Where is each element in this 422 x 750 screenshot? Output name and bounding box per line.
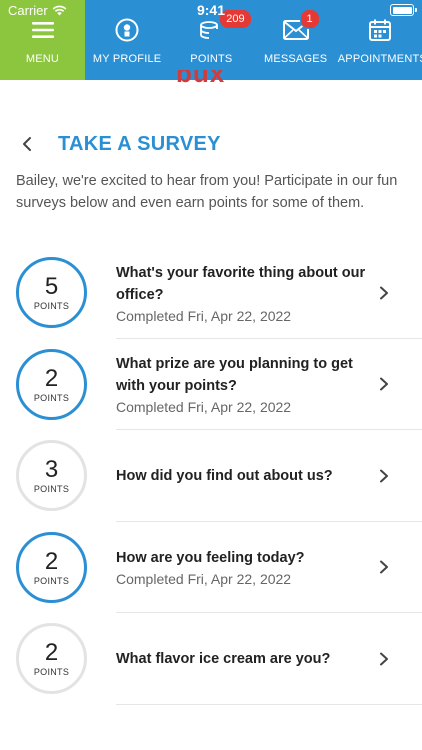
chevron-right-icon bbox=[380, 286, 388, 300]
survey-question: What's your favorite thing about our off… bbox=[116, 264, 366, 303]
page-header: TAKE A SURVEY bbox=[16, 128, 406, 160]
survey-row[interactable]: 2 POINTS What prize are you planning to ge… bbox=[0, 339, 422, 430]
survey-text: What flavor ice cream are you? bbox=[116, 648, 374, 670]
brand-logo-fragment: bux bbox=[176, 70, 225, 84]
survey-text: How did you find out about us? bbox=[116, 465, 374, 487]
points-label: POINTS bbox=[33, 667, 70, 678]
row-divider bbox=[116, 703, 422, 705]
points-circle: 5 POINTS bbox=[16, 257, 87, 329]
survey-question: What flavor ice cream are you? bbox=[116, 650, 331, 667]
points-circle: 2 POINTS bbox=[16, 623, 87, 695]
survey-text: How are you feeling today? Completed Fri,… bbox=[116, 547, 374, 587]
survey-text: What's your favorite thing about our off… bbox=[116, 262, 374, 324]
page-title: TAKE A SURVEY bbox=[58, 132, 221, 155]
points-circle: 3 POINTS bbox=[16, 440, 87, 512]
back-button[interactable] bbox=[16, 133, 38, 155]
survey-row[interactable]: 2 POINTS How are you feeling today? Complet… bbox=[0, 522, 422, 613]
points-label: POINTS bbox=[33, 301, 70, 312]
status-time: 9:41 bbox=[196, 2, 226, 18]
survey-text: What prize are you planning to get with … bbox=[116, 353, 374, 415]
points-label: POINTS bbox=[33, 484, 70, 495]
points-circle: 2 POINTS bbox=[16, 531, 87, 603]
survey-question: What prize are you planning to get with … bbox=[116, 356, 353, 395]
survey-row[interactable]: 3 POINTS How did you find out about us? bbox=[0, 430, 422, 522]
nav-item-label: POINTS bbox=[190, 53, 233, 65]
points-circle: 2 POINTS bbox=[16, 348, 87, 420]
menu-label: MENU bbox=[25, 53, 60, 65]
battery-icon bbox=[390, 4, 417, 16]
points-value: 2 bbox=[44, 547, 59, 575]
survey-question: How did you find out about us? bbox=[116, 467, 333, 484]
points-value: 2 bbox=[44, 364, 59, 392]
chevron-right-icon bbox=[380, 377, 388, 391]
survey-status: Completed Fri, Apr 22, 2022 bbox=[116, 307, 292, 324]
survey-row[interactable]: 5 POINTS What's your favorite thing about … bbox=[0, 247, 422, 339]
calendar-icon bbox=[367, 17, 393, 43]
nav-item-label: APPOINTMENTS bbox=[337, 53, 422, 65]
nav-item-label: MESSAGES bbox=[263, 53, 328, 65]
hamburger-icon bbox=[30, 17, 56, 43]
survey-status: Completed Fri, Apr 22, 2022 bbox=[116, 571, 292, 588]
chevron-right-icon bbox=[380, 469, 388, 483]
points-value: 2 bbox=[44, 639, 59, 667]
survey-row[interactable]: 2 POINTS What flavor ice cream are you? bbox=[0, 613, 422, 705]
points-label: POINTS bbox=[33, 392, 70, 403]
survey-list: 5 POINTS What's your favorite thing about … bbox=[0, 247, 422, 705]
points-value: 3 bbox=[44, 456, 59, 484]
nav-item-label: MY PROFILE bbox=[92, 53, 162, 65]
points-label: POINTS bbox=[33, 575, 70, 586]
intro-text: Bailey, we're excited to hear from you! … bbox=[16, 173, 398, 211]
survey-status: Completed Fri, Apr 22, 2022 bbox=[116, 399, 292, 416]
top-nav-bar: MENU MY PROFILE 209 POINTS 1 MESSAGES AP… bbox=[0, 0, 422, 80]
survey-question: How are you feeling today? bbox=[116, 550, 305, 567]
profile-icon bbox=[114, 17, 140, 43]
chevron-left-icon bbox=[23, 137, 31, 151]
chevron-right-icon bbox=[380, 652, 388, 666]
points-value: 5 bbox=[44, 273, 59, 301]
chevron-right-icon bbox=[380, 560, 388, 574]
